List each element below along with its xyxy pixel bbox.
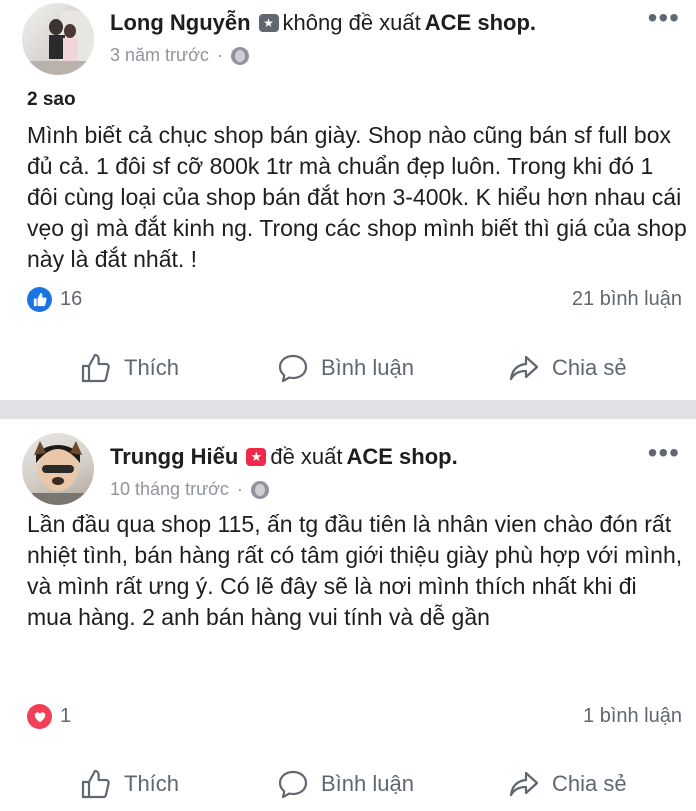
post-body: Lần đầu qua shop 115, ấn tg đầu tiên là … — [27, 511, 683, 630]
more-options-icon[interactable]: ••• — [648, 4, 680, 32]
avatar[interactable] — [22, 3, 94, 75]
thumbs-up-icon — [81, 353, 110, 383]
globe-icon — [250, 480, 269, 499]
post-meta: 10 tháng trước · — [110, 479, 269, 500]
comment-button[interactable]: Bình luận — [277, 352, 414, 384]
action-bar: Thích Bình luận Chia sẻ — [0, 343, 696, 393]
reaction-summary[interactable]: 16 — [27, 287, 82, 312]
post-header: Long Nguyễn ★ không đề xuất ACE shop. — [110, 10, 536, 36]
post-body: Mình biết cả chục shop bán giày. Shop nà… — [27, 122, 687, 272]
reaction-count: 1 — [60, 705, 72, 727]
share-button[interactable]: Chia sẻ — [508, 352, 627, 384]
like-label: Thích — [124, 355, 180, 380]
author-name[interactable]: Long Nguyễn — [110, 10, 251, 36]
post-meta: 3 năm trước · — [110, 45, 249, 66]
comment-icon — [278, 770, 308, 799]
comment-label: Bình luận — [321, 771, 414, 796]
share-icon — [509, 771, 539, 797]
comment-count[interactable]: 1 bình luận — [583, 705, 682, 728]
comment-button[interactable]: Bình luận — [277, 768, 414, 800]
reaction-summary[interactable]: 1 — [27, 704, 71, 729]
action-bar: Thích Bình luận Chia sẻ — [0, 759, 696, 809]
globe-icon — [230, 46, 249, 65]
recommend-status: đề xuất — [270, 444, 343, 469]
share-icon — [509, 355, 539, 381]
recommend-icon: ★ — [246, 448, 267, 466]
comment-icon — [278, 354, 308, 383]
share-label: Chia sẻ — [552, 355, 627, 380]
not-recommend-icon: ★ — [258, 14, 279, 32]
more-options-icon[interactable]: ••• — [648, 439, 680, 467]
heart-icon — [27, 704, 52, 729]
recommend-status: không đề xuất — [282, 10, 421, 35]
separator-dot: · — [216, 45, 223, 65]
rating: 2 sao — [27, 89, 76, 110]
timestamp[interactable]: 10 tháng trước — [110, 479, 229, 500]
comment-label: Bình luận — [321, 355, 414, 380]
like-button[interactable]: Thích — [80, 352, 179, 384]
thumbs-up-icon — [81, 769, 110, 799]
like-button[interactable]: Thích — [80, 768, 179, 800]
like-icon — [27, 287, 52, 312]
share-button[interactable]: Chia sẻ — [508, 768, 627, 800]
comment-count[interactable]: 21 bình luận — [572, 288, 682, 311]
separator-dot: · — [236, 479, 243, 499]
page-name[interactable]: ACE shop. — [347, 444, 458, 470]
reactions-bar: 1 1 bình luận — [27, 704, 682, 729]
reaction-count: 16 — [60, 288, 83, 310]
post-header: Trungg Hiếu ★ đề xuất ACE shop. — [110, 444, 458, 470]
share-label: Chia sẻ — [552, 771, 627, 796]
reactions-bar: 16 21 bình luận — [27, 287, 682, 312]
like-label: Thích — [124, 771, 180, 796]
review-post: Trungg Hiếu ★ đề xuất ACE shop. 10 tháng… — [0, 419, 696, 811]
page-name[interactable]: ACE shop. — [425, 10, 536, 36]
post-separator — [0, 400, 696, 419]
review-post: Long Nguyễn ★ không đề xuất ACE shop. 3 … — [0, 0, 696, 400]
author-name[interactable]: Trungg Hiếu — [110, 444, 238, 470]
timestamp[interactable]: 3 năm trước — [110, 45, 209, 66]
avatar[interactable] — [22, 433, 94, 505]
